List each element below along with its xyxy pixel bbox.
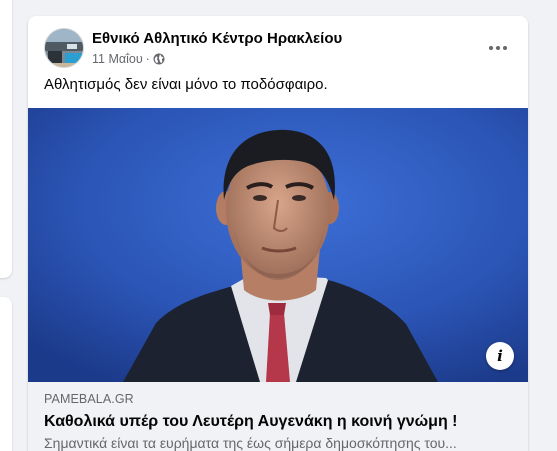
page-avatar[interactable] bbox=[44, 28, 84, 68]
feed-post: Εθνικό Αθλητικό Κέντρο Ηρακλείου 11 Μαΐο… bbox=[28, 16, 528, 451]
side-card-bottom bbox=[0, 297, 12, 451]
link-title[interactable]: Καθολικά υπέρ του Λευτέρη Αυγενάκη η κοι… bbox=[44, 413, 512, 431]
post-header: Εθνικό Αθλητικό Κέντρο Ηρακλείου 11 Μαΐο… bbox=[44, 28, 516, 68]
link-description: Σημαντικά είναι τα ευρήματα της έως σήμε… bbox=[44, 435, 457, 451]
link-preview[interactable]: PAMEBALA.GR Καθολικά υπέρ του Λευτέρη Αυ… bbox=[28, 382, 528, 451]
page-name-link[interactable]: Εθνικό Αθλητικό Κέντρο Ηρακλείου bbox=[92, 30, 342, 47]
post-date-link[interactable]: 11 Μαΐου bbox=[92, 52, 143, 66]
link-image[interactable]: i bbox=[28, 108, 528, 382]
side-card-top bbox=[0, 0, 12, 278]
globe-icon[interactable] bbox=[153, 53, 165, 65]
info-icon[interactable]: i bbox=[486, 342, 514, 370]
link-domain: PAMEBALA.GR bbox=[44, 392, 134, 406]
more-options-button[interactable] bbox=[480, 30, 516, 66]
portrait-photo bbox=[28, 108, 528, 382]
avatar-image bbox=[45, 29, 83, 67]
more-horizontal-icon bbox=[489, 46, 507, 50]
post-meta: 11 Μαΐου · bbox=[92, 52, 165, 66]
post-text: Αθλητισμός δεν είναι μόνο το ποδόσφαιρο. bbox=[44, 76, 328, 93]
meta-separator: · bbox=[145, 52, 150, 66]
